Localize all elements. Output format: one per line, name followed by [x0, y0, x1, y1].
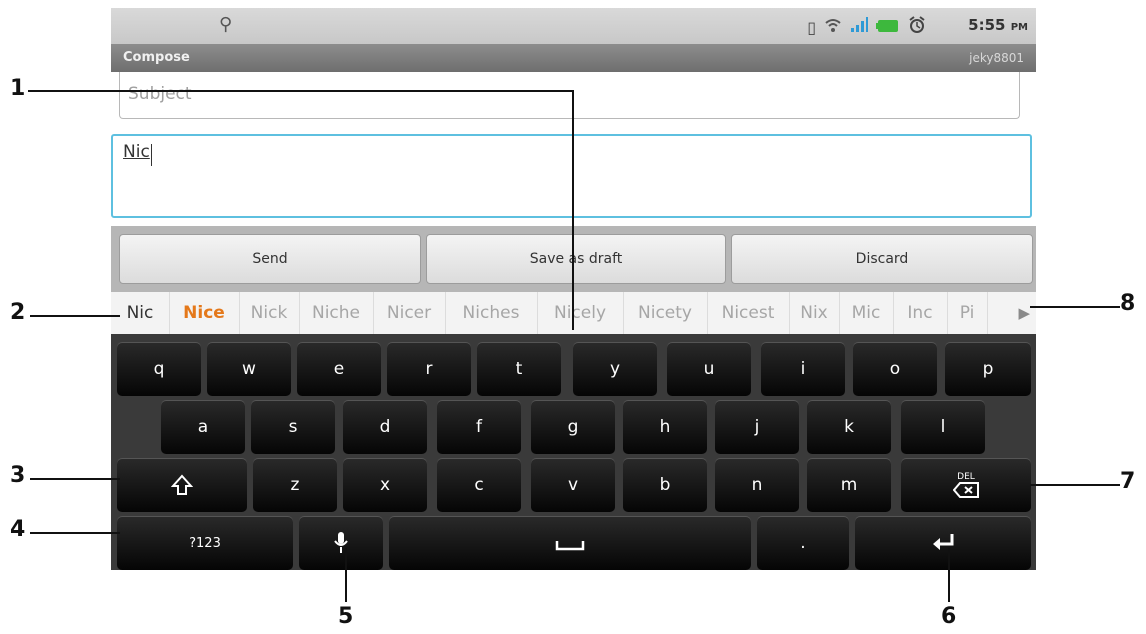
backspace-icon	[953, 482, 979, 498]
callout-6-line	[948, 548, 950, 602]
shift-arrow-icon	[171, 474, 193, 495]
key-u[interactable]: u	[667, 342, 751, 396]
key-x[interactable]: x	[343, 458, 427, 512]
space-icon	[555, 541, 585, 551]
key-p[interactable]: p	[945, 342, 1031, 396]
soft-keyboard: q w e r t y u i o p a s d f g h j k l z …	[111, 334, 1036, 570]
title-compose: Compose	[123, 50, 190, 65]
key-t[interactable]: t	[477, 342, 561, 396]
battery-icon	[876, 18, 900, 37]
shift-key[interactable]	[117, 458, 247, 512]
key-s[interactable]: s	[251, 400, 335, 454]
callout-8: 8	[1120, 291, 1136, 316]
body-text: Nic	[123, 142, 150, 162]
suggestion-item[interactable]: Nicety	[623, 292, 708, 334]
callout-2: 2	[10, 300, 26, 325]
key-z[interactable]: z	[253, 458, 337, 512]
callout-5-line	[345, 548, 347, 602]
key-d[interactable]: d	[343, 400, 427, 454]
enter-key[interactable]	[855, 516, 1031, 570]
callout-3-line	[30, 478, 120, 480]
delete-label: DEL	[957, 472, 975, 482]
suggestion-item[interactable]: Nick	[239, 292, 300, 334]
key-i[interactable]: i	[761, 342, 845, 396]
save-draft-button[interactable]: Save as draft	[426, 234, 726, 284]
key-e[interactable]: e	[297, 342, 381, 396]
key-l[interactable]: l	[901, 400, 985, 454]
voice-input-key[interactable]	[299, 516, 383, 570]
key-y[interactable]: y	[573, 342, 657, 396]
send-button[interactable]: Send	[119, 234, 421, 284]
suggestion-item[interactable]: Nicer	[373, 292, 446, 334]
callout-6: 6	[941, 604, 957, 629]
enter-arrow-icon	[933, 534, 954, 550]
callout-1: 1	[10, 76, 26, 101]
more-suggestions-icon[interactable]: ▶	[1018, 304, 1030, 322]
discard-button[interactable]: Discard	[731, 234, 1033, 284]
callout-4: 4	[10, 517, 26, 542]
usb-icon: ⚲	[219, 14, 233, 35]
space-key[interactable]	[389, 516, 751, 570]
alarm-icon	[908, 16, 926, 38]
callout-7: 7	[1120, 469, 1136, 494]
status-bar: ⚲ ▯ 5:55 PM	[111, 8, 1036, 44]
key-w[interactable]: w	[207, 342, 291, 396]
callout-8-line	[1030, 306, 1120, 308]
delete-key[interactable]: DEL	[901, 458, 1031, 512]
key-h[interactable]: h	[623, 400, 707, 454]
status-icons: ▯	[807, 16, 926, 38]
callout-5: 5	[338, 604, 354, 629]
vibrate-icon: ▯	[807, 17, 816, 37]
key-k[interactable]: k	[807, 400, 891, 454]
suggestion-item[interactable]: Pi	[947, 292, 988, 334]
key-q[interactable]: q	[117, 342, 201, 396]
key-a[interactable]: a	[161, 400, 245, 454]
suggestion-item[interactable]: Niche	[299, 292, 374, 334]
suggestion-item[interactable]: Nicest	[707, 292, 790, 334]
suggestion-item[interactable]: Nix	[789, 292, 840, 334]
suggestion-item[interactable]: Inc	[893, 292, 948, 334]
suggestion-item[interactable]: Nice	[169, 292, 240, 334]
key-f[interactable]: f	[437, 400, 521, 454]
period-key[interactable]: .	[757, 516, 849, 570]
text-cursor	[151, 144, 152, 166]
callout-7-line	[1030, 484, 1120, 486]
callout-4-line	[30, 532, 120, 534]
title-bar: Compose jeky8801	[111, 44, 1036, 72]
key-b[interactable]: b	[623, 458, 707, 512]
key-j[interactable]: j	[715, 400, 799, 454]
status-clock: 5:55 PM	[968, 16, 1028, 34]
symbols-key[interactable]: ?123	[117, 516, 293, 570]
key-g[interactable]: g	[531, 400, 615, 454]
suggestion-item[interactable]: Nic	[111, 292, 170, 334]
callout-1-drop	[572, 90, 574, 330]
key-n[interactable]: n	[715, 458, 799, 512]
suggestion-item[interactable]: Nicely	[537, 292, 624, 334]
wifi-icon	[824, 17, 842, 37]
key-r[interactable]: r	[387, 342, 471, 396]
callout-2-line	[30, 315, 120, 317]
subject-field[interactable]: Subject	[119, 72, 1020, 119]
key-o[interactable]: o	[853, 342, 937, 396]
signal-icon	[850, 17, 868, 37]
suggestion-item[interactable]: Mic	[839, 292, 894, 334]
account-label: jeky8801	[969, 51, 1024, 65]
key-v[interactable]: v	[531, 458, 615, 512]
callout-3: 3	[10, 463, 26, 488]
key-c[interactable]: c	[437, 458, 521, 512]
suggestion-item[interactable]: Niches	[445, 292, 538, 334]
key-m[interactable]: m	[807, 458, 891, 512]
callout-1-line	[28, 90, 574, 92]
subject-placeholder: Subject	[128, 84, 192, 104]
